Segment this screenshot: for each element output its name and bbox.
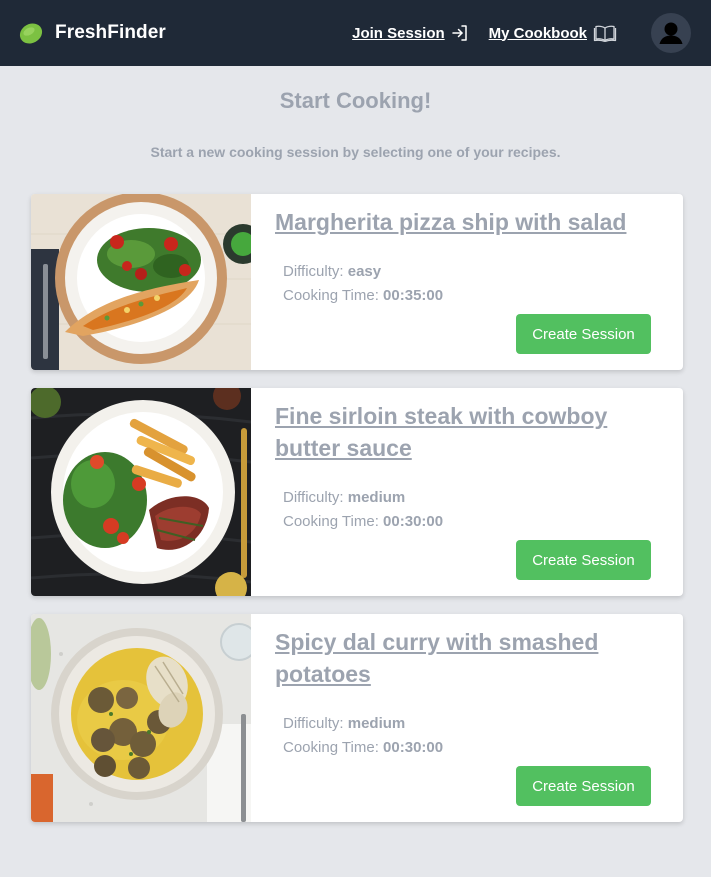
cooking-time-value: 00:30:00 [383, 513, 444, 530]
my-cookbook-label: My Cookbook [488, 24, 587, 42]
page-title: Start Cooking! [279, 88, 432, 113]
join-session-label: Join Session [352, 24, 445, 42]
difficulty-value: medium [347, 715, 406, 732]
sign-in-icon [451, 24, 469, 42]
recipe-image-steak [31, 388, 251, 596]
my-cookbook-link[interactable]: My Cookbook [489, 24, 617, 42]
recipe-meta: Difficulty: medium Cooking Time: 00:30:0… [275, 486, 651, 534]
recipe-meta: Difficulty: easy Cooking Time: 00:35:00 [275, 260, 651, 308]
brand-name: FreshFinder [55, 22, 166, 43]
recipe-card-body: Spicy dal curry with smashed potatoes Di… [251, 614, 683, 822]
recipe-meta: Difficulty: medium Cooking Time: 00:30:0… [275, 712, 651, 760]
recipe-title-link[interactable]: Margherita pizza ship with salad [275, 209, 626, 235]
difficulty-row: Difficulty: medium [283, 486, 651, 510]
recipe-card-body: Fine sirloin steak with cowboy butter sa… [251, 388, 683, 596]
difficulty-label: Difficulty: [283, 715, 344, 732]
create-session-button[interactable]: Create Session [516, 540, 651, 580]
difficulty-label: Difficulty: [283, 263, 344, 280]
create-session-button[interactable]: Create Session [516, 314, 651, 354]
user-avatar[interactable] [651, 13, 691, 53]
difficulty-row: Difficulty: medium [283, 712, 651, 736]
cooking-time-row: Cooking Time: 00:35:00 [283, 284, 651, 308]
recipe-title-link[interactable]: Spicy dal curry with smashed potatoes [275, 629, 598, 687]
cooking-time-value: 00:35:00 [383, 287, 444, 304]
recipe-card: Fine sirloin steak with cowboy butter sa… [31, 388, 683, 596]
cooking-time-label: Cooking Time: [283, 513, 379, 530]
cooking-time-row: Cooking Time: 00:30:00 [283, 510, 651, 534]
difficulty-row: Difficulty: easy [283, 260, 651, 284]
lime-logo-icon [19, 23, 43, 44]
difficulty-value: medium [347, 489, 406, 506]
recipe-title-link[interactable]: Fine sirloin steak with cowboy butter sa… [275, 403, 607, 461]
cooking-time-value: 00:30:00 [383, 739, 444, 756]
recipe-card-body: Margherita pizza ship with salad Difficu… [251, 194, 683, 370]
recipe-card: Spicy dal curry with smashed potatoes Di… [31, 614, 683, 822]
recipe-list: Margherita pizza ship with salad Difficu… [0, 194, 711, 822]
recipe-image-pizza [31, 194, 251, 370]
cooking-time-label: Cooking Time: [283, 739, 379, 756]
recipe-card: Margherita pizza ship with salad Difficu… [31, 194, 683, 370]
create-session-button[interactable]: Create Session [516, 766, 651, 806]
recipe-image-dal-curry [31, 614, 251, 822]
navbar: FreshFinder Join Session My Cookbook [0, 0, 711, 66]
open-book-icon [593, 24, 617, 42]
cooking-time-label: Cooking Time: [283, 287, 379, 304]
cooking-time-row: Cooking Time: 00:30:00 [283, 736, 651, 760]
user-silhouette-icon [659, 22, 683, 44]
join-session-link[interactable]: Join Session [352, 24, 469, 42]
difficulty-value: easy [347, 263, 382, 280]
difficulty-label: Difficulty: [283, 489, 344, 506]
page-subtitle: Start a new cooking session by selecting… [150, 144, 561, 160]
brand[interactable]: FreshFinder [18, 20, 166, 46]
